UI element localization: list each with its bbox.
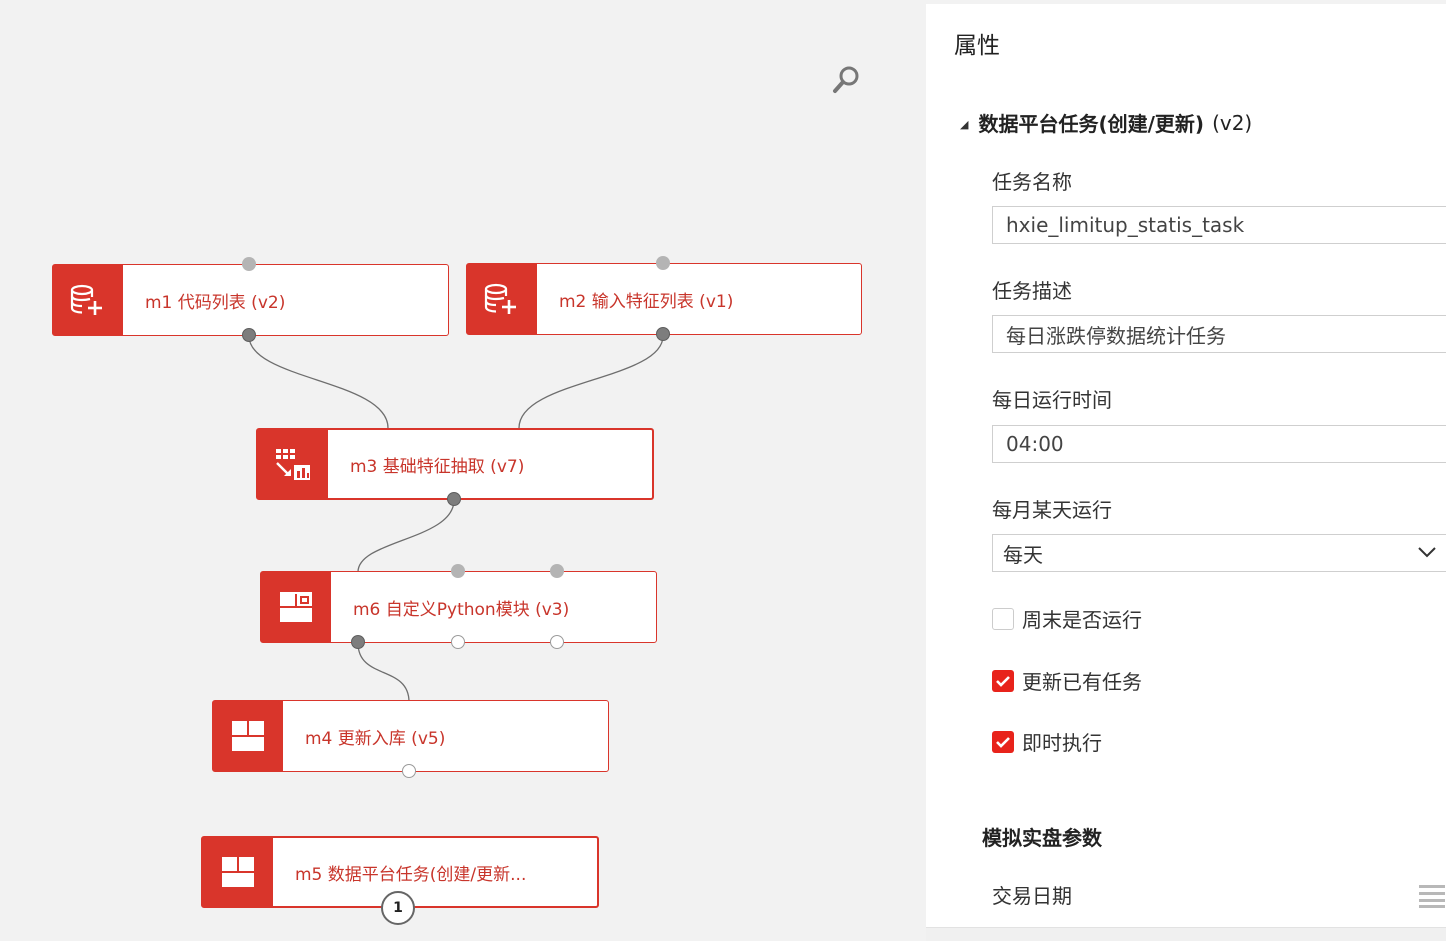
node-label: m5 数据平台任务(创建/更新... <box>295 864 527 885</box>
node-m1[interactable]: m1 代码列表 (v2) <box>52 264 449 336</box>
node-m1-output-port[interactable] <box>242 328 256 342</box>
daily-time-input[interactable]: 04:00 <box>992 425 1446 463</box>
module-icon <box>203 838 273 906</box>
weekend-checkbox[interactable] <box>992 607 1014 630</box>
database-add-icon <box>53 265 123 335</box>
node-m5-count-badge[interactable]: 1 <box>381 891 415 925</box>
node-m6-input-port-3[interactable] <box>550 564 564 578</box>
run-now-checkbox-row[interactable]: 即时执行 <box>992 727 1102 756</box>
node-m6-output-port-2[interactable] <box>451 635 465 649</box>
task-name-label: 任务名称 <box>992 170 1072 194</box>
panel-footer <box>926 927 1446 941</box>
edge-m3-m6 <box>357 499 455 573</box>
weekend-checkbox-row[interactable]: 周末是否运行 <box>992 604 1142 633</box>
update-existing-label: 更新已有任务 <box>1022 670 1142 694</box>
node-label: m4 更新入库 (v5) <box>305 728 446 749</box>
node-m6[interactable]: m6 自定义Python模块 (v3) <box>260 571 657 643</box>
edge-m6-m4 <box>357 642 410 703</box>
sim-section-title: 模拟实盘参数 <box>982 826 1102 850</box>
checkmark-icon <box>996 736 1010 748</box>
workflow-canvas[interactable]: m1 代码列表 (v2) m2 输入特征列表 (v1) m3 基础特征抽取 (v… <box>0 0 926 941</box>
node-m1-input-port[interactable] <box>242 257 256 271</box>
edge-m1-m3 <box>248 335 389 429</box>
weekend-label: 周末是否运行 <box>1022 608 1142 632</box>
chevron-down-icon <box>1418 547 1436 558</box>
collapse-triangle-icon[interactable]: ◢ <box>960 118 968 131</box>
node-label: m3 基础特征抽取 (v7) <box>350 456 525 477</box>
update-existing-checkbox-row[interactable]: 更新已有任务 <box>992 666 1142 695</box>
node-m3[interactable]: m3 基础特征抽取 (v7) <box>256 428 654 500</box>
monthly-day-select[interactable]: 每天 <box>992 534 1446 572</box>
node-m2-input-port[interactable] <box>656 256 670 270</box>
section-title: 数据平台任务(创建/更新) <box>978 112 1205 136</box>
trade-date-label: 交易日期 <box>992 884 1072 908</box>
run-now-checkbox[interactable] <box>992 730 1014 753</box>
node-m6-output-port-1[interactable] <box>351 635 365 649</box>
drag-handle-icon[interactable] <box>1419 884 1445 908</box>
edge-m2-m3 <box>518 335 664 429</box>
search-icon <box>833 66 859 93</box>
node-m3-output-port[interactable] <box>447 492 461 506</box>
node-m4[interactable]: m4 更新入库 (v5) <box>212 700 609 772</box>
node-m6-input-port-2[interactable] <box>451 564 465 578</box>
checkmark-icon <box>996 675 1010 687</box>
run-now-label: 即时执行 <box>1022 731 1102 755</box>
node-label: m2 输入特征列表 (v1) <box>559 291 734 312</box>
node-m4-output-port[interactable] <box>402 764 416 778</box>
properties-panel: 属性 ◢ 数据平台任务(创建/更新) (v2) 任务名称 hxie_limitu… <box>926 4 1446 941</box>
node-m6-output-port-3[interactable] <box>550 635 564 649</box>
node-m2[interactable]: m2 输入特征列表 (v1) <box>466 263 862 335</box>
section-header[interactable]: ◢ 数据平台任务(创建/更新) (v2) <box>960 108 1252 137</box>
database-add-icon <box>467 264 537 334</box>
section-version: (v2) <box>1212 110 1253 135</box>
module-icon <box>213 701 283 771</box>
grid-chart-icon <box>258 430 328 498</box>
update-existing-checkbox[interactable] <box>992 669 1014 692</box>
monthly-day-label: 每月某天运行 <box>992 498 1112 522</box>
node-label: m1 代码列表 (v2) <box>145 292 286 313</box>
node-m2-output-port[interactable] <box>656 327 670 341</box>
task-desc-input[interactable]: 每日涨跌停数据统计任务 <box>992 315 1446 353</box>
zoom-button[interactable] <box>828 62 864 98</box>
monthly-day-value: 每天 <box>1003 542 1043 567</box>
node-label: m6 自定义Python模块 (v3) <box>353 599 570 620</box>
panel-title: 属性 <box>954 33 1000 59</box>
daily-time-label: 每日运行时间 <box>992 388 1112 412</box>
module-icon <box>261 572 331 642</box>
task-name-input[interactable]: hxie_limitup_statis_task <box>992 206 1446 244</box>
task-desc-label: 任务描述 <box>992 279 1072 303</box>
